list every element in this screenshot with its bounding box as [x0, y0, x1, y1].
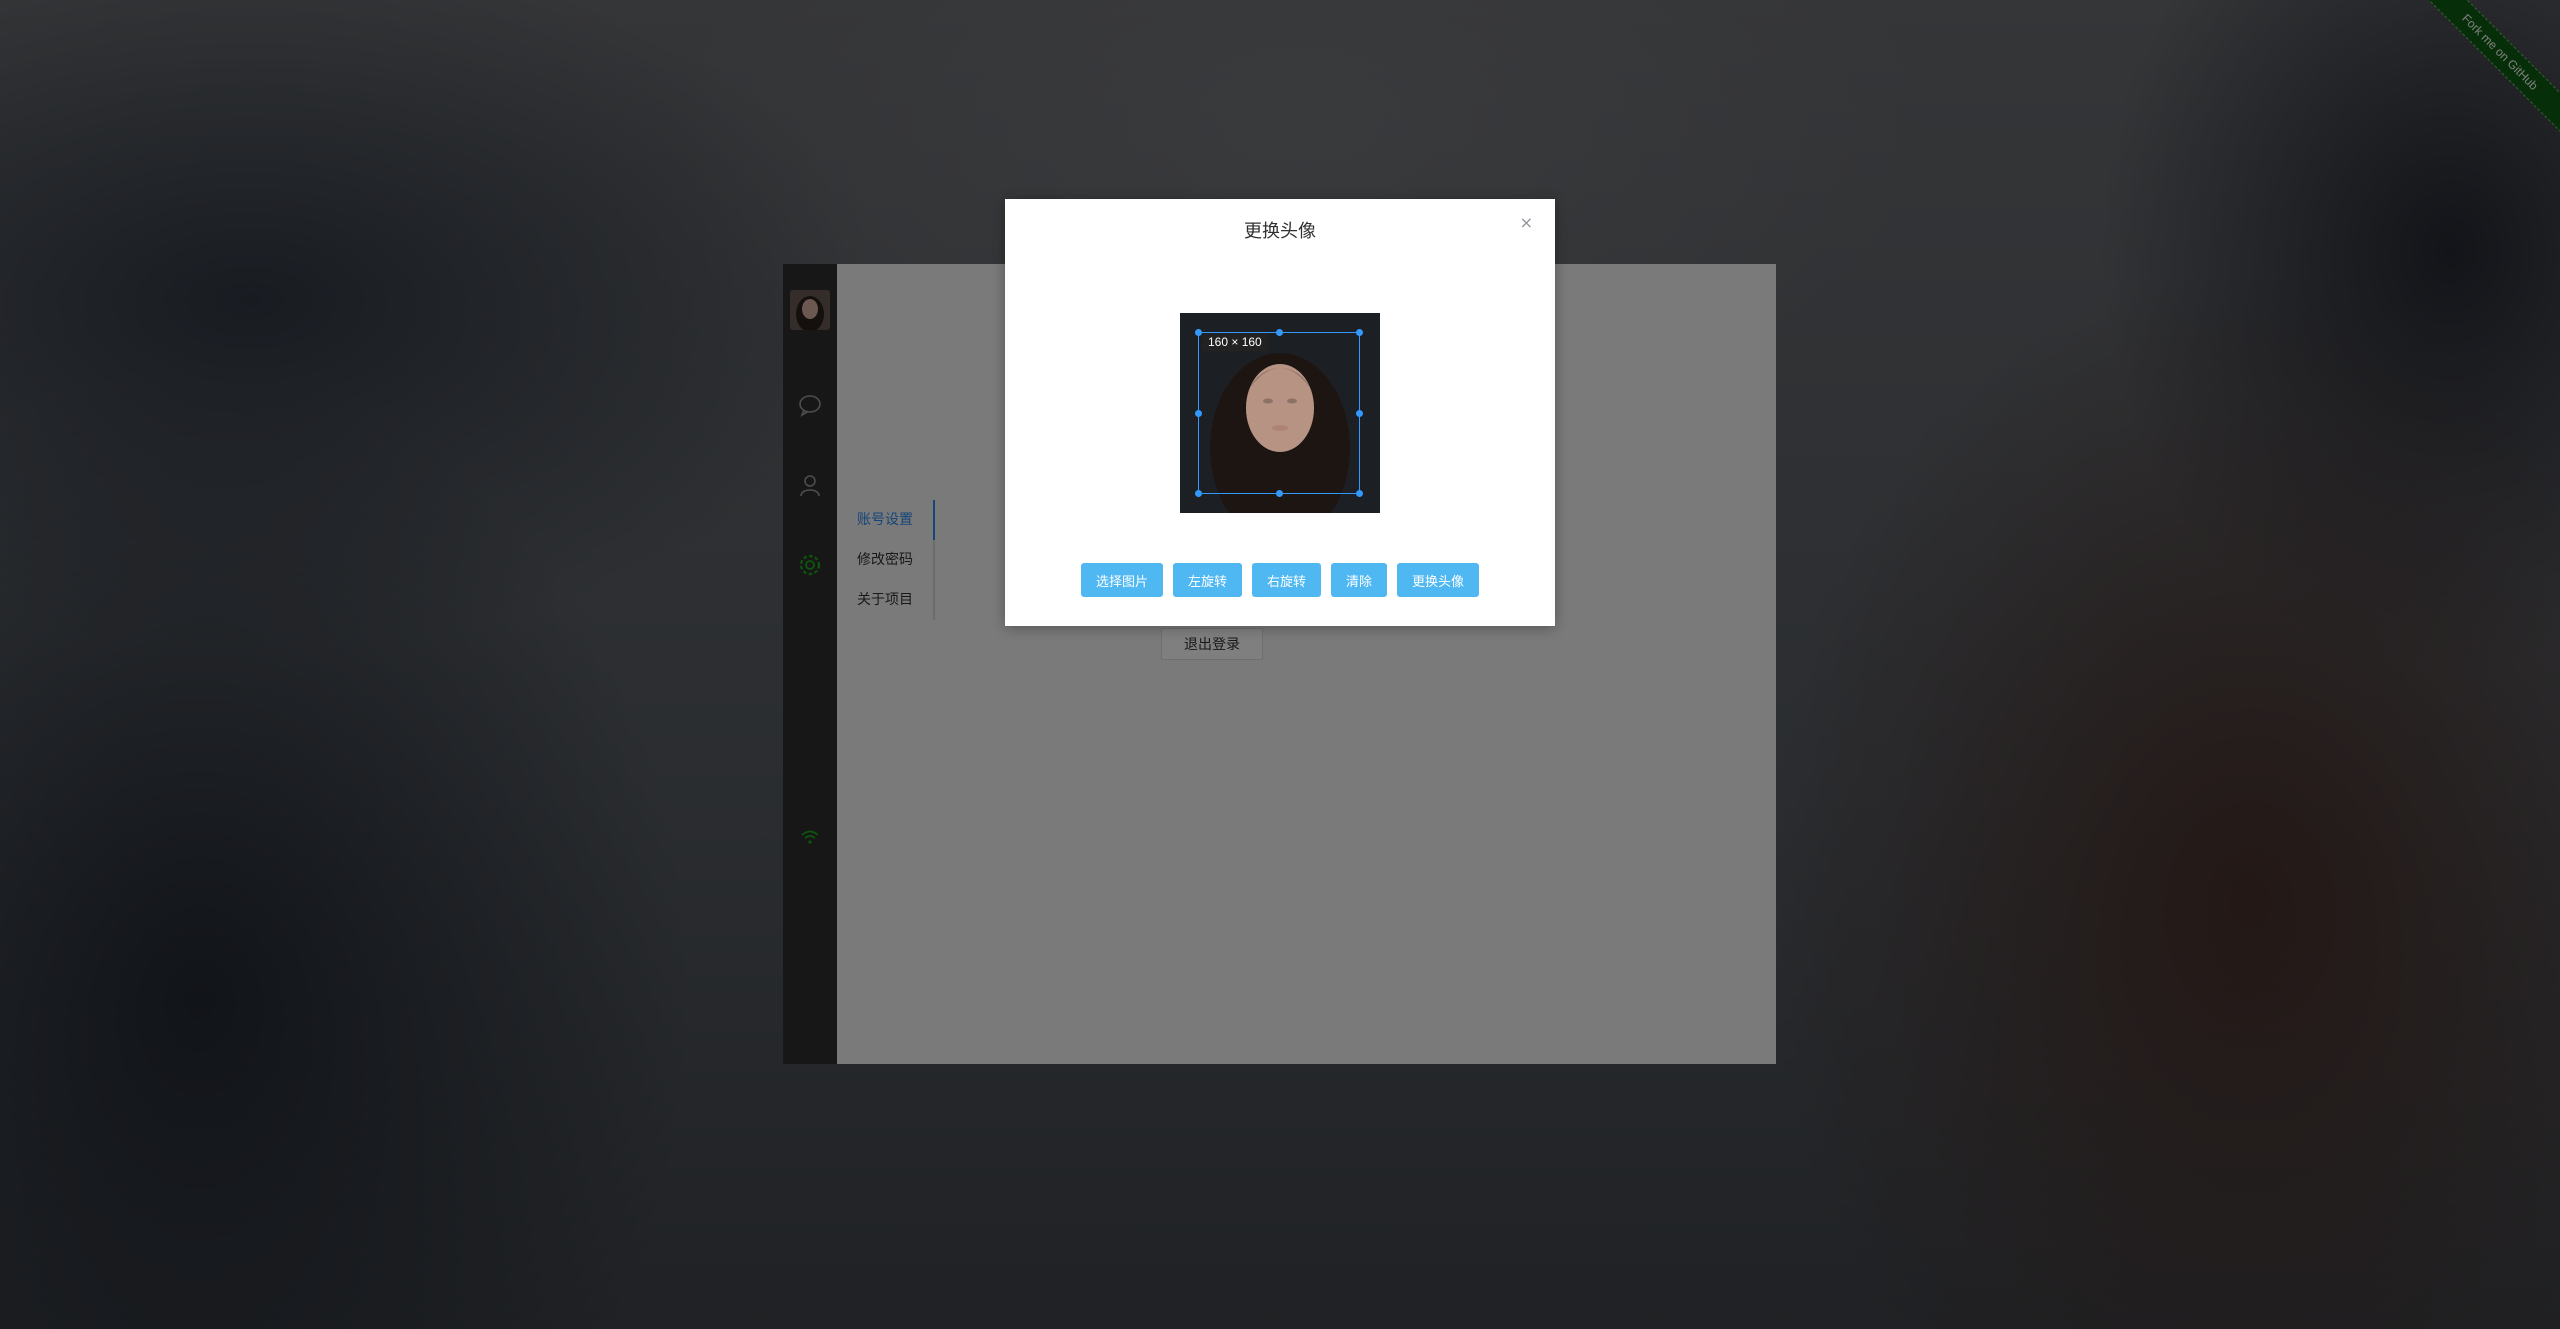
crop-handle-se[interactable]: [1356, 490, 1363, 497]
image-cropper[interactable]: 160 × 160: [1180, 313, 1380, 513]
dialog-title: 更换头像: [1244, 221, 1316, 242]
choose-image-button[interactable]: 选择图片: [1080, 563, 1163, 597]
rotate-left-button[interactable]: 左旋转: [1172, 563, 1242, 597]
crop-handle-sw[interactable]: [1195, 490, 1202, 497]
change-avatar-dialog: 更换头像 × 160 × 160 选择图片 左旋转 右旋转 清除 更换头像: [1005, 199, 1555, 626]
crop-handle-nw[interactable]: [1195, 329, 1202, 336]
crop-box[interactable]: [1195, 329, 1363, 497]
dialog-button-row: 选择图片 左旋转 右旋转 清除 更换头像: [1005, 563, 1555, 597]
crop-handle-ne[interactable]: [1356, 329, 1363, 336]
close-icon[interactable]: ×: [1520, 213, 1533, 232]
crop-handle-s[interactable]: [1276, 490, 1283, 497]
crop-handle-w[interactable]: [1195, 410, 1202, 417]
crop-size-label: 160 × 160: [1202, 333, 1268, 351]
rotate-right-button[interactable]: 右旋转: [1251, 563, 1321, 597]
crop-handle-n[interactable]: [1276, 329, 1283, 336]
clear-button[interactable]: 清除: [1331, 563, 1388, 597]
crop-handle-e[interactable]: [1356, 410, 1363, 417]
change-avatar-button[interactable]: 更换头像: [1397, 563, 1480, 597]
